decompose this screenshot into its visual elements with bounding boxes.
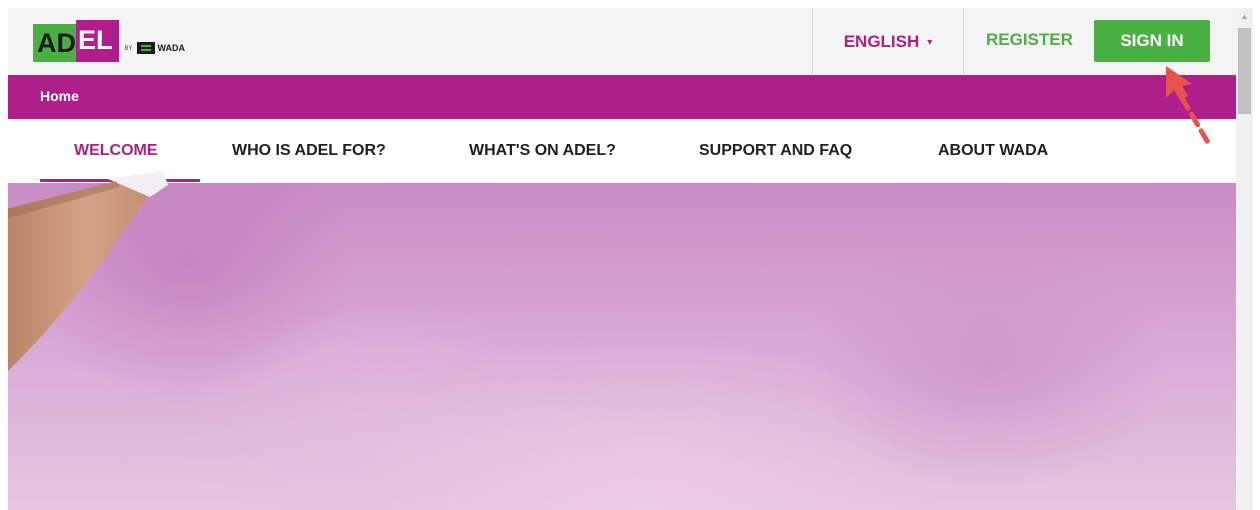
hero-arm-image [8,171,168,371]
browser-viewport: AD EL BY WADA ENGLISH ▾ REGISTER SIGN IN… [8,8,1236,510]
breadcrumb-bar: Home [8,75,1236,119]
sign-in-button[interactable]: SIGN IN [1094,20,1210,62]
scrollbar-thumb[interactable] [1238,28,1251,114]
chevron-down-icon: ▾ [927,37,933,48]
wada-logo-icon [136,42,155,54]
annotation-arrow-icon [1166,66,1213,149]
adel-logo[interactable]: AD EL BY WADA [33,20,185,62]
logo-by-text: BY [124,46,133,52]
breadcrumb-home[interactable]: Home [40,88,79,104]
nav-tab-who-is-adel-for[interactable]: WHO IS ADEL FOR? [232,119,386,183]
nav-tab-about-wada[interactable]: ABOUT WADA [938,119,1048,183]
logo-el-text: EL [76,20,119,62]
nav-tab-whats-on-adel[interactable]: WHAT'S ON ADEL? [469,119,616,183]
page-scrollbar[interactable]: ▲ [1236,8,1253,510]
language-selector[interactable]: ENGLISH ▾ [812,8,964,75]
site-header: AD EL BY WADA ENGLISH ▾ REGISTER SIGN IN [8,8,1236,76]
nav-tab-support-and-faq[interactable]: SUPPORT AND FAQ [699,119,852,183]
logo-wada-text: WADA [157,43,186,53]
register-link[interactable]: REGISTER [986,30,1073,50]
main-nav: WELCOME WHO IS ADEL FOR? WHAT'S ON ADEL?… [8,119,1236,183]
logo-ad-text: AD [33,24,76,62]
scroll-up-icon[interactable]: ▲ [1236,8,1253,25]
hero-image [8,171,1236,510]
language-label: ENGLISH [843,31,920,51]
